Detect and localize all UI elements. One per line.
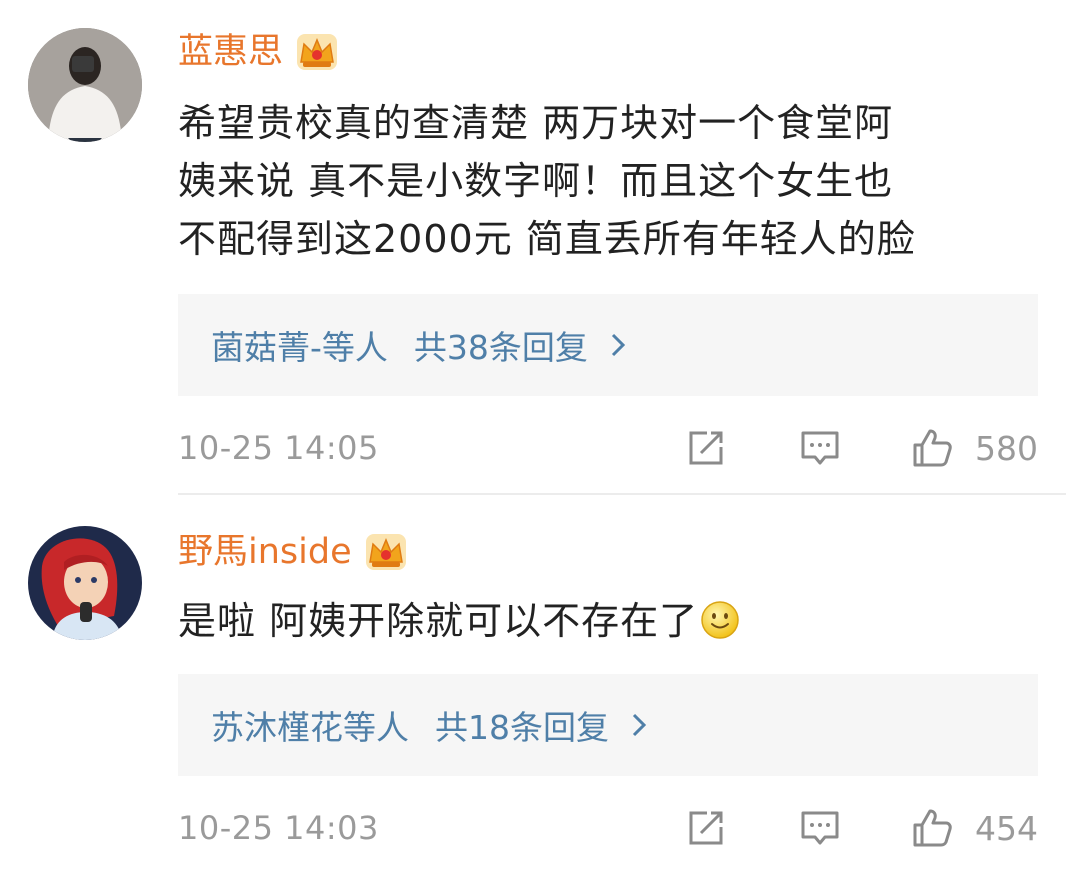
reply-users: 苏沐槿花等人 [211,708,409,747]
reply-count: 共38条回复 [413,328,588,367]
username[interactable]: 蓝惠思 [178,34,283,70]
like-count: 454 [975,808,1038,848]
like-icon[interactable] [911,427,953,469]
vip-crown-icon [295,32,339,72]
replies-button[interactable]: 苏沐槿花等人 共18条回复 [178,674,1038,776]
chevron-right-icon [632,713,647,737]
comment-text: 是啦 阿姨开除就可以不存在了 [178,592,1038,650]
comment-text: 希望贵校真的查清楚 两万块对一个食堂阿 姨来说 真不是小数字啊！而且这个女生也 … [178,94,1038,268]
like-count: 580 [975,428,1038,468]
timestamp: 10-25 14:03 [178,809,379,847]
username[interactable]: 野馬inside [178,534,352,570]
comment-icon[interactable] [799,807,841,849]
avatar[interactable] [28,526,142,640]
comment-line-text: 是啦 阿姨开除就可以不存在了 [178,599,699,643]
timestamp: 10-25 14:05 [178,429,379,467]
reply-users: 菌菇菁-等人 [211,328,388,367]
repost-icon[interactable] [685,427,727,469]
divider [178,493,1066,495]
comment-line: 不配得到这2000元 简直丢所有年轻人的脸 [178,217,916,261]
like-icon[interactable] [911,807,953,849]
vip-crown-icon [364,532,408,572]
repost-icon[interactable] [685,807,727,849]
comment-line: 是啦 阿姨开除就可以不存在了 [178,592,1038,650]
reply-count: 共18条回复 [435,708,609,747]
avatar[interactable] [28,28,142,142]
comment-icon[interactable] [799,427,841,469]
replies-button[interactable]: 菌菇菁-等人 共38条回复 [178,294,1038,396]
comment-line: 姨来说 真不是小数字啊！而且这个女生也 [178,159,894,203]
chevron-right-icon [611,333,626,357]
smiley-icon [700,598,740,639]
comment-line: 希望贵校真的查清楚 两万块对一个食堂阿 [178,101,894,145]
